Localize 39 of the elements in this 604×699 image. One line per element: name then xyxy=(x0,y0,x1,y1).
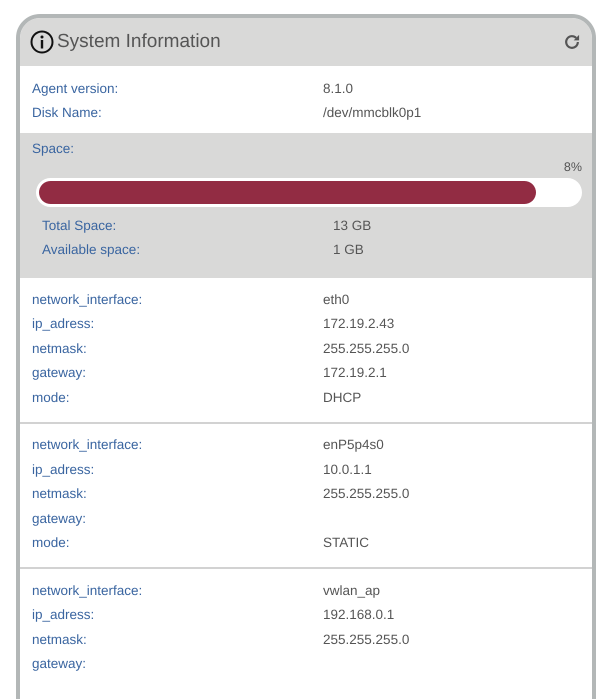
field-value: 8.1.0 xyxy=(323,80,354,96)
field-value: STATIC xyxy=(323,535,369,550)
field-label: netmask: xyxy=(32,340,87,356)
field-label: Disk Name: xyxy=(32,105,102,120)
field-label: Agent version: xyxy=(32,80,118,96)
field-label: ip_adress: xyxy=(32,316,94,332)
field-label: network_interface: xyxy=(32,582,142,598)
field-label: gateway: xyxy=(32,365,86,380)
field-value: 255.255.255.0 xyxy=(323,340,410,356)
field-label: mode: xyxy=(32,535,70,550)
field-label: network_interface: xyxy=(32,437,142,452)
field-label: netmask: xyxy=(32,486,87,502)
field-value: 255.255.255.0 xyxy=(323,486,410,502)
field-label: gateway: xyxy=(32,510,86,526)
field-value: enP5p4s0 xyxy=(323,437,384,452)
field-value: eth0 xyxy=(323,292,350,307)
field-label: Total Space: xyxy=(42,218,116,233)
field-value: /dev/mmcblk0p1 xyxy=(323,105,422,120)
field-value: 1 GB xyxy=(333,242,364,258)
field-label: ip_adress: xyxy=(32,607,94,622)
refresh-icon[interactable] xyxy=(562,32,582,52)
info-icon xyxy=(30,30,54,54)
field-value: 172.19.2.43 xyxy=(323,316,394,332)
field-value: 172.19.2.1 xyxy=(323,365,387,380)
space-label: Space: xyxy=(32,141,76,156)
percent-text: 8% xyxy=(562,160,582,174)
field-value: 192.168.0.1 xyxy=(323,607,394,622)
field-value: vwlan_ap xyxy=(323,582,380,598)
field-label: mode: xyxy=(32,390,70,405)
field-label: gateway: xyxy=(32,656,86,672)
field-value: 10.0.1.1 xyxy=(323,462,372,477)
field-value: DHCP xyxy=(323,390,362,405)
field-value: 255.255.255.0 xyxy=(323,632,410,647)
field-label: netmask: xyxy=(32,632,87,647)
field-label: network_interface: xyxy=(32,292,142,307)
field-label: Available space: xyxy=(42,242,140,258)
field-label: ip_adress: xyxy=(32,462,94,477)
field-value: 13 GB xyxy=(333,218,372,233)
panel-title: System Information xyxy=(57,31,222,53)
